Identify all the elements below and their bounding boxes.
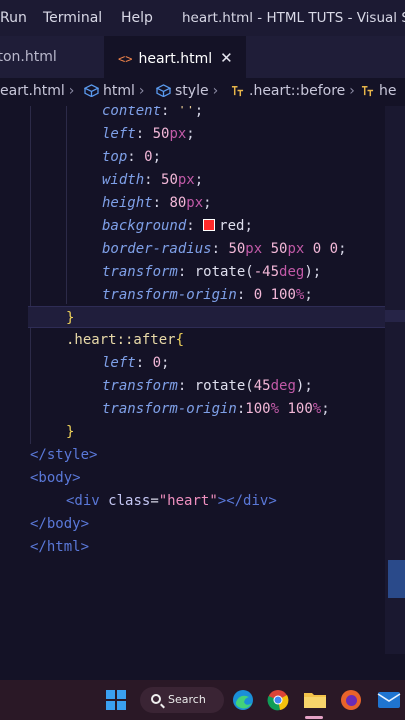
scrollbar-thumb[interactable] [388, 560, 405, 598]
code-line: transform: rotate(45deg); [102, 378, 313, 394]
code-line: width: 50px; [102, 172, 204, 188]
editor-tabs: tton.html <> heart.html ✕ [0, 36, 405, 78]
css-selector-icon [361, 86, 374, 97]
code-line: } [66, 424, 75, 440]
code-line: transform-origin: 0 100%; [102, 287, 313, 303]
taskbar-search[interactable]: Search [140, 687, 224, 713]
windows-taskbar: Search [0, 680, 405, 720]
element-cube-icon [84, 84, 99, 97]
indent-guide [66, 106, 67, 304]
html-file-icon: <> [118, 52, 133, 66]
breadcrumb-style[interactable]: style › [156, 83, 218, 99]
code-line: height: 80px; [102, 195, 212, 211]
tab-button-html[interactable]: tton.html [0, 36, 104, 78]
editor-bottom-area [0, 654, 405, 680]
indent-guide [30, 106, 31, 444]
breadcrumb-label: html [103, 83, 135, 99]
windows-start-icon[interactable] [106, 690, 126, 710]
breadcrumb-label: style [175, 83, 209, 99]
code-line: transform: rotate(-45deg); [102, 264, 322, 280]
css-selector-icon [231, 86, 244, 97]
window-title: heart.html - HTML TUTS - Visual Stu [182, 10, 405, 26]
tab-label: tton.html [0, 49, 57, 65]
title-bar: Run Terminal Help heart.html - HTML TUTS… [0, 0, 405, 36]
search-label: Search [168, 693, 206, 706]
breadcrumb: eart.html › html › style › .heart::before › … [0, 78, 405, 106]
code-line: </html> [30, 539, 90, 555]
edge-browser-icon[interactable] [232, 689, 254, 711]
chevron-right-icon: › [138, 83, 145, 99]
element-cube-icon [156, 84, 171, 97]
chevron-right-icon: › [349, 83, 355, 99]
breadcrumb-html[interactable]: html › [84, 83, 145, 99]
code-line: left: 0; [102, 355, 170, 371]
code-line: <body> [30, 470, 81, 486]
current-line: } [28, 306, 385, 328]
mail-icon[interactable] [377, 690, 401, 710]
chevron-right-icon: › [212, 83, 219, 99]
chrome-browser-icon[interactable] [267, 689, 289, 711]
code-editor[interactable]: content: ''; left: 50px; top: 0; width: … [0, 106, 385, 654]
tab-label: heart.html [138, 51, 213, 67]
breadcrumb-label: .heart::before [249, 83, 346, 99]
minimap-highlight [385, 310, 405, 322]
breadcrumb-label: he [379, 83, 397, 99]
code-line: </style> [30, 447, 98, 463]
code-line: transform-origin:100% 100%; [102, 401, 330, 417]
code-line: <div class="heart"></div> [66, 493, 277, 509]
menu-help[interactable]: Help [121, 10, 153, 26]
breadcrumb-next[interactable]: he [360, 83, 397, 99]
menu-terminal[interactable]: Terminal [43, 10, 102, 26]
close-icon[interactable]: ✕ [220, 49, 233, 67]
code-line: background: red; [102, 218, 253, 234]
breadcrumb-selector[interactable]: .heart::before › [230, 83, 355, 99]
firefox-browser-icon[interactable] [340, 689, 362, 711]
code-line: top: 0; [102, 149, 162, 165]
menu-run[interactable]: Run [0, 10, 27, 26]
code-line: content: ''; [102, 106, 204, 119]
code-line: </body> [30, 516, 90, 532]
file-explorer-icon[interactable] [303, 690, 327, 710]
code-line: border-radius: 50px 50px 0 0; [102, 241, 347, 257]
color-swatch-icon[interactable] [203, 219, 216, 231]
breadcrumb-file[interactable]: eart.html › [0, 83, 74, 99]
code-line: .heart::after{ [66, 332, 185, 348]
active-app-indicator [305, 716, 323, 719]
chevron-right-icon: › [68, 83, 75, 99]
breadcrumb-label: eart.html [0, 83, 65, 99]
code-line: left: 50px; [102, 126, 195, 142]
search-icon [151, 694, 161, 704]
tab-heart-html[interactable]: <> heart.html ✕ [104, 36, 246, 78]
